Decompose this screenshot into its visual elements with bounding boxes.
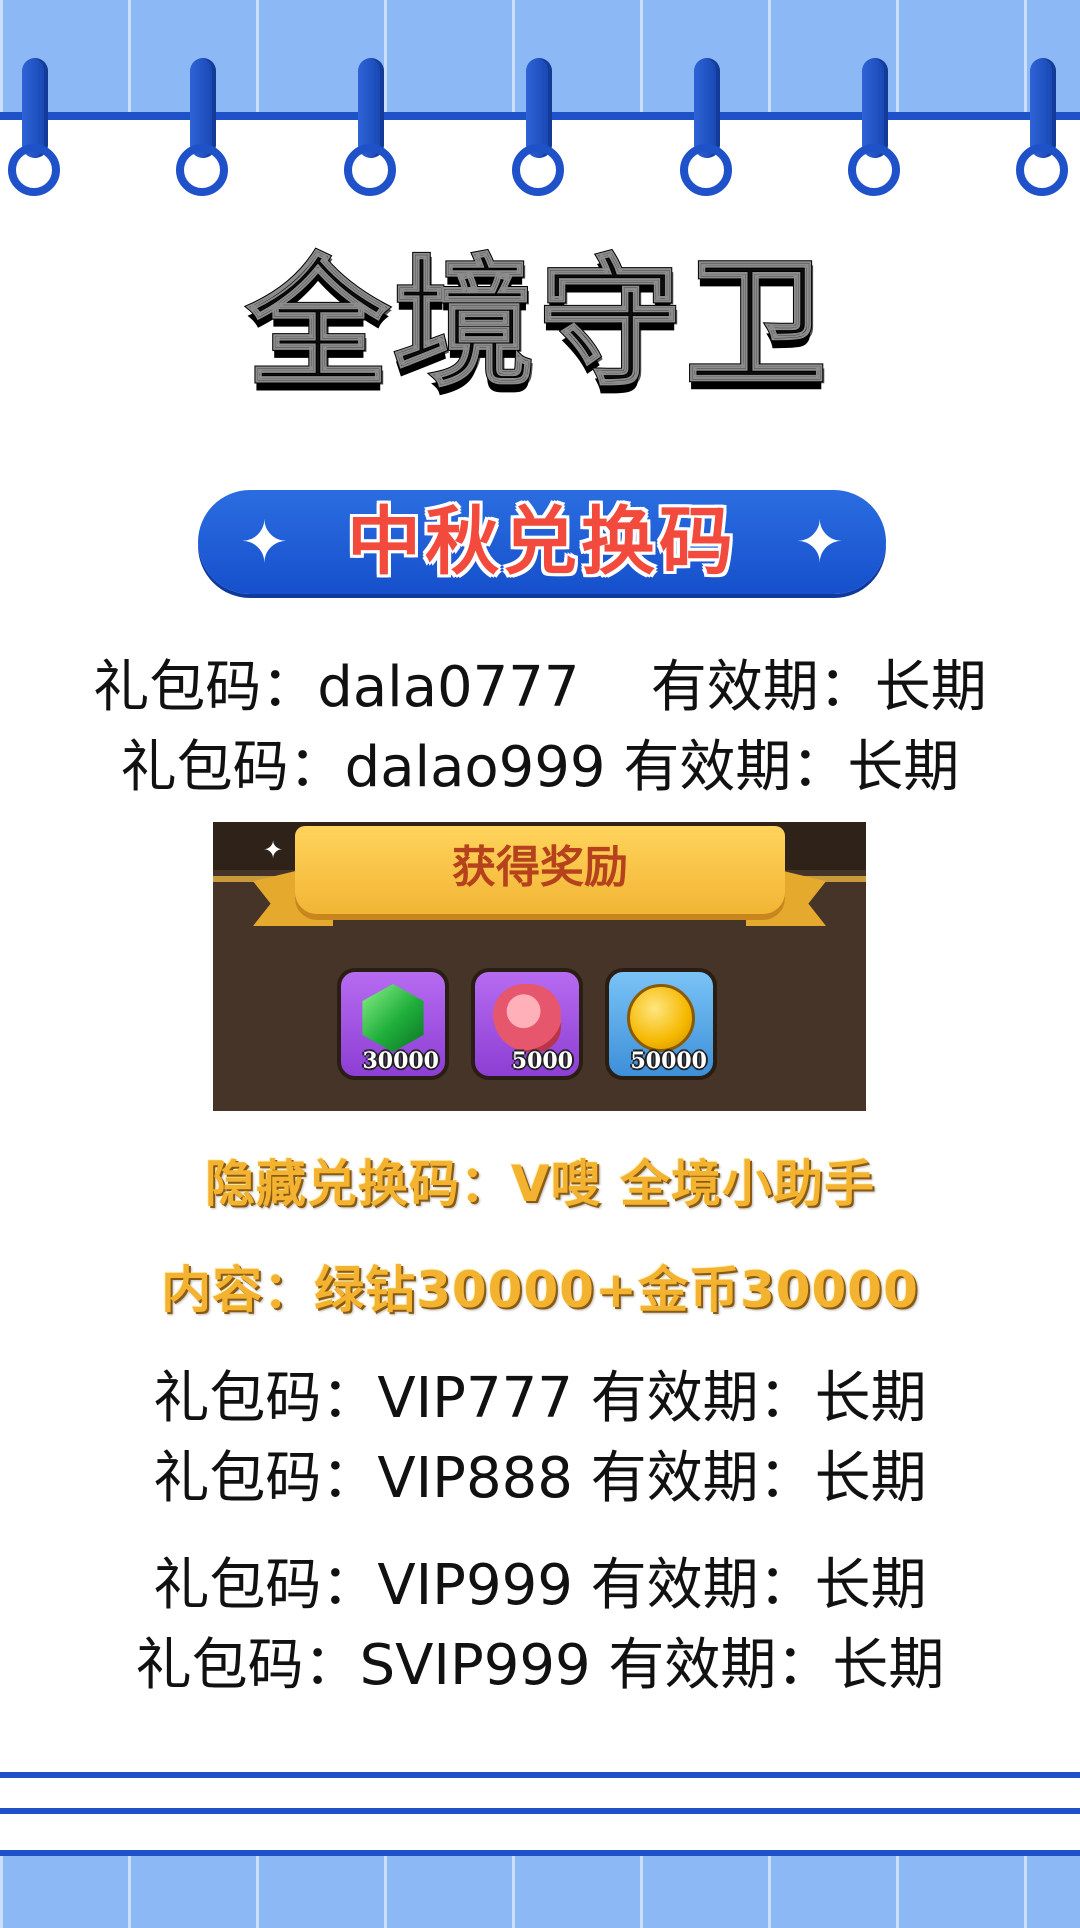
binder-ring-icon bbox=[1016, 58, 1068, 198]
reward-item: 50000 bbox=[605, 968, 717, 1080]
sparkle-icon: ✦ bbox=[263, 836, 284, 864]
reward-screenshot: 获得奖励 ✦ 30000 5000 50000 bbox=[213, 822, 866, 1111]
gift-code-line: 礼包码：SVIP999 有效期：长期 bbox=[135, 1633, 945, 1698]
meat-icon bbox=[493, 984, 561, 1052]
gift-code-line: 礼包码：VIP999 有效期：长期 bbox=[153, 1553, 927, 1618]
green-gem-icon bbox=[362, 984, 424, 1052]
bottom-rule-lines bbox=[0, 1772, 1080, 1856]
reward-item-count: 50000 bbox=[630, 1048, 707, 1074]
reward-item: 5000 bbox=[471, 968, 583, 1080]
reward-item: 30000 bbox=[337, 968, 449, 1080]
hidden-code-line: 隐藏兑换码：V嗖 全境小助手 bbox=[204, 1155, 876, 1213]
binder-ring-icon bbox=[680, 58, 732, 198]
gift-code-line: 礼包码：dalao999 有效期：长期 bbox=[120, 735, 960, 800]
reward-ribbon: 获得奖励 bbox=[295, 826, 785, 914]
binder-ring-icon bbox=[512, 58, 564, 198]
page-title: 全境守卫 bbox=[246, 243, 832, 406]
gift-code-line: 礼包码：VIP777 有效期：长期 bbox=[153, 1366, 927, 1431]
binder-ring-icon bbox=[344, 58, 396, 198]
binder-ring-icon bbox=[8, 58, 60, 198]
hidden-code-content: 内容：绿钻30000+金币30000 bbox=[161, 1261, 919, 1319]
reward-heading: 获得奖励 bbox=[452, 842, 628, 893]
bottom-band bbox=[0, 1856, 1080, 1928]
reward-item-count: 5000 bbox=[511, 1048, 573, 1074]
binder-ring-icon bbox=[176, 58, 228, 198]
reward-item-count: 30000 bbox=[362, 1048, 439, 1074]
banner-label: 中秋兑换码 bbox=[347, 499, 737, 585]
sparkle-icon: ✦ bbox=[795, 508, 844, 576]
gold-crown-coin-icon bbox=[627, 984, 695, 1052]
binder-ring-icon bbox=[848, 58, 900, 198]
mid-autumn-code-banner: ✦ 中秋兑换码 ✦ bbox=[198, 490, 886, 594]
gift-code-line: 礼包码：dala0777 有效期：长期 bbox=[93, 655, 987, 720]
gift-code-line: 礼包码：VIP888 有效期：长期 bbox=[153, 1446, 927, 1511]
